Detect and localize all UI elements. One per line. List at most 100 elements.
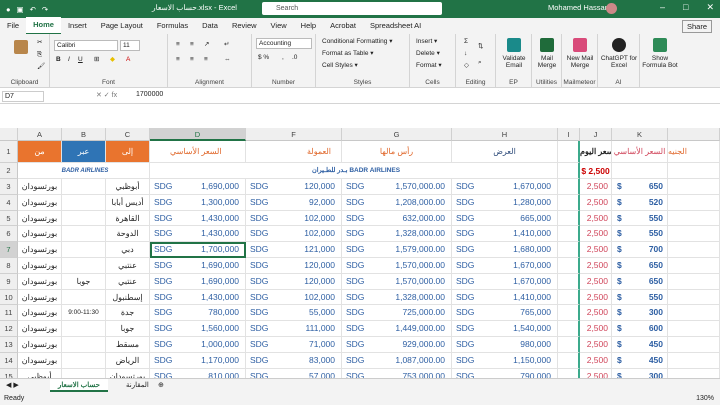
cell-l6[interactable] [668, 226, 720, 243]
cell-a4[interactable]: بورتسودان [18, 194, 62, 211]
row-header-11[interactable]: 11 [0, 305, 18, 322]
cell-i6[interactable] [558, 226, 580, 243]
validate-email-button[interactable]: Validate Email [500, 55, 528, 69]
cell-b8[interactable] [62, 258, 106, 274]
font-color-icon[interactable]: A [126, 55, 130, 64]
cut-icon[interactable]: ✂ [37, 38, 42, 47]
cell-d7[interactable]: SDG 1,700,000 [150, 242, 246, 258]
header-to[interactable]: إلى [106, 141, 150, 163]
cell-a13[interactable]: بورتسودان [18, 337, 62, 353]
cell-k11[interactable]: $300 [612, 305, 668, 322]
column-header-b[interactable]: B [62, 128, 106, 141]
search-box[interactable]: Search [262, 2, 442, 15]
cell-j8[interactable]: 2,500 [580, 258, 612, 274]
today-rate-value[interactable]: $ 2,500 [580, 163, 612, 179]
cell-f11[interactable]: SDG 55,000 [246, 305, 342, 322]
save-icon[interactable]: ▣ [17, 5, 24, 14]
align-middle-icon[interactable]: ≡ [190, 40, 194, 49]
tab-home[interactable]: Home [26, 17, 61, 35]
tab-page-layout[interactable]: Page Layout [94, 18, 150, 34]
tab-help[interactable]: Help [294, 18, 323, 34]
tab-acrobat[interactable]: Acrobat [323, 18, 363, 34]
cell-d14[interactable]: SDG 1,170,000 [150, 352, 246, 369]
cell-l4[interactable] [668, 194, 720, 211]
cell-b4[interactable] [62, 194, 106, 211]
cell-c6[interactable]: الدوحة [106, 226, 150, 243]
paste-icon[interactable] [14, 40, 28, 54]
cell-k9[interactable]: $650 [612, 273, 668, 290]
cell-b12[interactable] [62, 321, 106, 337]
header-via[interactable]: عبر [62, 141, 106, 163]
autosave-icon[interactable]: ● [6, 5, 11, 14]
formula-input[interactable]: 1700000 [136, 91, 163, 98]
cell-h9[interactable]: SDG 1,670,000 [452, 273, 558, 290]
cell-f14[interactable]: SDG 83,000 [246, 352, 342, 369]
cell-l7[interactable] [668, 242, 720, 258]
format-button[interactable]: Format ▾ [416, 61, 442, 70]
cell-i10[interactable] [558, 289, 580, 306]
cell-d3[interactable]: SDG 1,690,000 [150, 179, 246, 195]
cell-h5[interactable]: SDG 665,000 [452, 210, 558, 227]
comma-icon[interactable]: , [282, 53, 284, 62]
header-blank[interactable] [558, 141, 580, 163]
cell-f8[interactable]: SDG 120,000 [246, 258, 342, 274]
header-pound[interactable]: الجنيه [668, 141, 720, 163]
cell-c5[interactable]: القاهرة [106, 210, 150, 227]
cell-k6[interactable]: $550 [612, 226, 668, 243]
sheet-tab-comparison[interactable]: المقارنة [118, 379, 157, 392]
cell-a14[interactable]: بورتسودان [18, 352, 62, 369]
cell-g7[interactable]: SDG 1,579,000.00 [342, 242, 452, 258]
cell-b10[interactable] [62, 289, 106, 306]
cell-l3[interactable] [668, 179, 720, 195]
cell-d13[interactable]: SDG 1,000,000 [150, 337, 246, 353]
sheet-tab-prices[interactable]: حساب الاسعار [50, 379, 108, 392]
cell-i14[interactable] [558, 352, 580, 369]
cell-k7[interactable]: $700 [612, 242, 668, 258]
row-header-12[interactable]: 12 [0, 321, 18, 337]
row-header-13[interactable]: 13 [0, 337, 18, 353]
row-header-7[interactable]: 7 [0, 242, 18, 258]
number-format-box[interactable]: Accounting [256, 38, 312, 49]
cell-f12[interactable]: SDG 111,000 [246, 321, 342, 337]
tab-insert[interactable]: Insert [61, 18, 94, 34]
column-header-d[interactable]: D [150, 128, 246, 141]
cell-h7[interactable]: SDG 1,680,000 [452, 242, 558, 258]
cell-a3[interactable]: بورتسودان [18, 179, 62, 195]
cell-k12[interactable]: $600 [612, 321, 668, 337]
cell-b7[interactable] [62, 242, 106, 258]
cell-g14[interactable]: SDG 1,087,000.00 [342, 352, 452, 369]
redo-icon[interactable]: ↷ [42, 5, 48, 14]
cell-i4[interactable] [558, 194, 580, 211]
cell-c11[interactable]: جدة [106, 305, 150, 322]
row-header-9[interactable]: 9 [0, 273, 18, 290]
cell-a9[interactable]: بورتسودان [18, 273, 62, 290]
cell-i7[interactable] [558, 242, 580, 258]
fx-icon[interactable]: ✕ ✓ fx [96, 91, 117, 99]
cell-b14[interactable] [62, 352, 106, 369]
copy-icon[interactable]: ⎘ [37, 50, 42, 59]
cell-g6[interactable]: SDG 1,328,000.00 [342, 226, 452, 243]
cell-c3[interactable]: أبوظبي [106, 179, 150, 195]
cell-c14[interactable]: الرياض [106, 352, 150, 369]
fill-icon[interactable]: ↓ [464, 49, 467, 58]
tab-view[interactable]: View [264, 18, 294, 34]
row-header-10[interactable]: 10 [0, 289, 18, 306]
cell-j10[interactable]: 2,500 [580, 289, 612, 306]
autosum-icon[interactable]: Σ [464, 37, 468, 46]
zoom-level[interactable]: 130% [696, 392, 714, 405]
cell-k14[interactable]: $450 [612, 352, 668, 369]
cell-g5[interactable]: SDG 632,000.00 [342, 210, 452, 227]
cell-k8[interactable]: $650 [612, 258, 668, 274]
chatgpt-button[interactable]: ChatGPT for Excel [600, 55, 638, 69]
add-sheet-icon[interactable]: ⊕ [158, 379, 164, 392]
formula-bot-icon[interactable] [653, 38, 667, 52]
cell-g8[interactable]: SDG 1,570,000.00 [342, 258, 452, 274]
cell-j6[interactable]: 2,500 [580, 226, 612, 243]
cell-g3[interactable]: SDG 1,570,000.00 [342, 179, 452, 195]
cell-g13[interactable]: SDG 929,000.00 [342, 337, 452, 353]
cell-j13[interactable]: 2,500 [580, 337, 612, 353]
cell-k3[interactable]: $650 [612, 179, 668, 195]
cell-a8[interactable]: بورتسودان [18, 258, 62, 274]
cell-d6[interactable]: SDG 1,430,000 [150, 226, 246, 243]
cell-h11[interactable]: SDG 765,000 [452, 305, 558, 322]
